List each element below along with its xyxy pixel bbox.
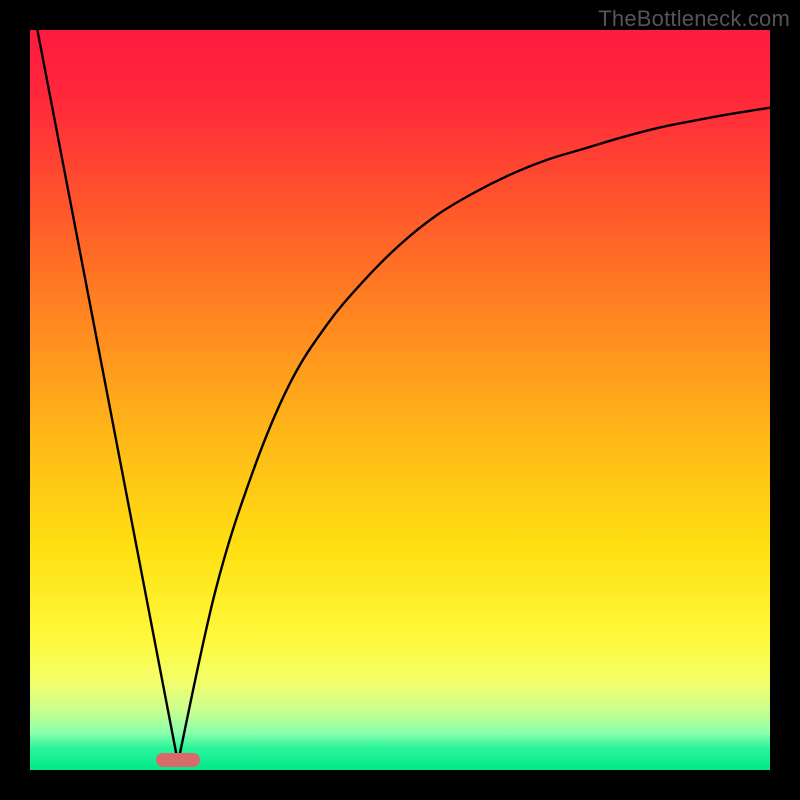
curve-right-segment — [178, 108, 770, 763]
chart-frame: TheBottleneck.com — [0, 0, 800, 800]
curve-left-segment — [37, 30, 178, 763]
optimum-marker — [156, 753, 200, 767]
curve-svg — [30, 30, 770, 770]
watermark-text: TheBottleneck.com — [598, 6, 790, 32]
plot-area — [30, 30, 770, 770]
